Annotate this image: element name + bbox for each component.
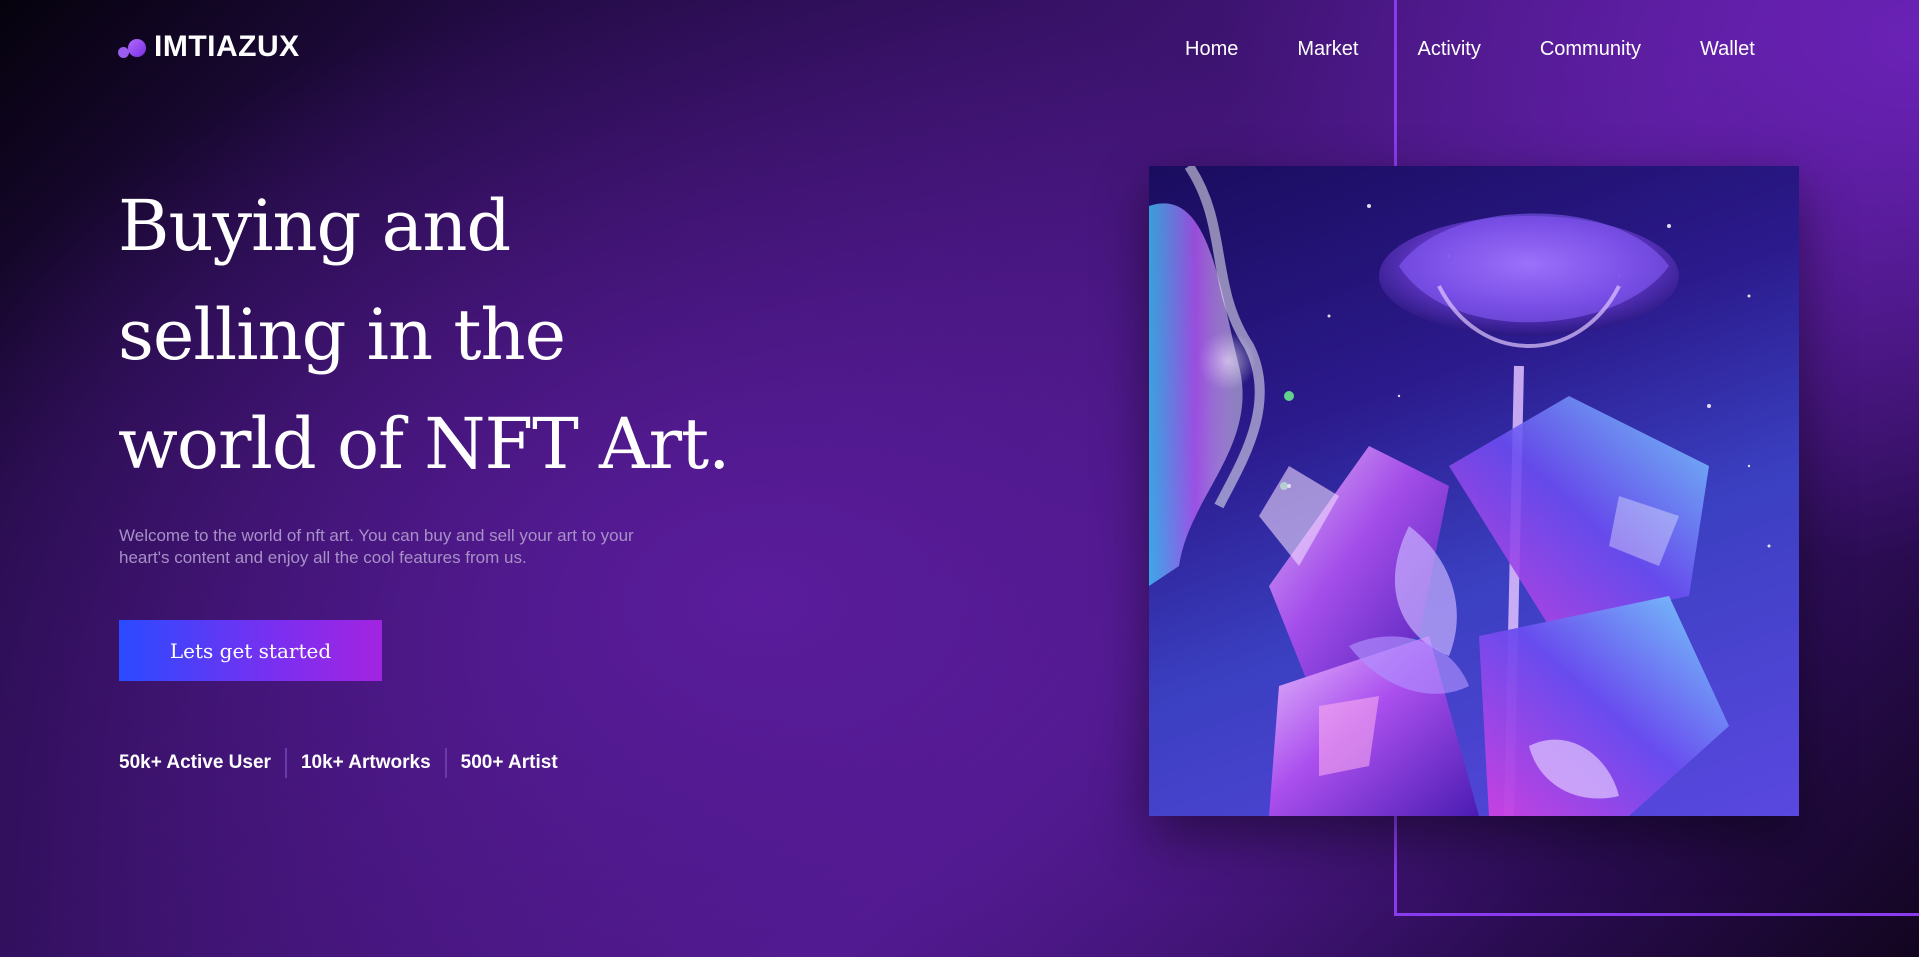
logo-mark-icon [118, 33, 150, 61]
stat-divider [284, 748, 287, 778]
stats-row: 50k+ Active User 10k+ Artworks 500+ Arti… [119, 748, 558, 778]
stat-artists: 500+ Artist [460, 752, 558, 773]
nav-item-wallet[interactable]: Wallet [1700, 38, 1755, 61]
nav-item-home[interactable]: Home [1185, 38, 1238, 61]
nav-item-community[interactable]: Community [1540, 38, 1641, 61]
hero-title-line-3: world of NFT Art. [118, 403, 730, 485]
hero-title-line-1: Buying and [118, 185, 511, 267]
hero-description: Welcome to the world of nft art. You can… [119, 526, 634, 567]
hero-title: Buying and selling in the world of NFT A… [118, 172, 758, 499]
get-started-button[interactable]: Lets get started [119, 620, 382, 681]
nav-item-market[interactable]: Market [1297, 38, 1358, 61]
stat-active-users: 50k+ Active User [119, 752, 271, 773]
stat-artworks: 10k+ Artworks [300, 752, 431, 773]
nav-item-activity[interactable]: Activity [1417, 38, 1480, 61]
brand-logo[interactable]: IMTIAZUX [118, 30, 300, 64]
main-nav: Home Market Activity Community Wallet [1185, 38, 1755, 61]
hero-title-line-2: selling in the [118, 294, 566, 376]
brand-name: IMTIAZUX [154, 30, 300, 63]
stat-divider [444, 748, 447, 778]
nft-artwork-image [1149, 166, 1799, 816]
